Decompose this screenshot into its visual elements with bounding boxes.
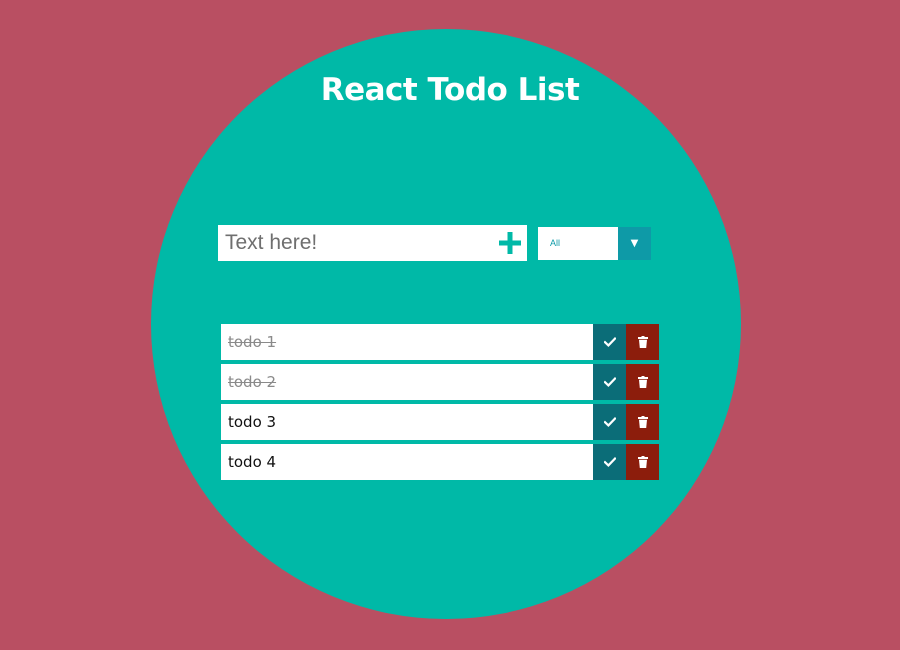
check-icon (603, 337, 616, 347)
trash-icon (637, 456, 648, 468)
complete-todo-button[interactable] (593, 404, 626, 440)
check-icon (603, 377, 616, 387)
complete-todo-button[interactable] (593, 324, 626, 360)
delete-todo-button[interactable] (626, 444, 659, 480)
triangle-down-icon[interactable]: ▼ (618, 227, 651, 260)
todo-text: todo 1 (228, 333, 277, 351)
trash-icon (637, 416, 648, 428)
todo-item: todo 3 (221, 404, 659, 440)
check-icon (603, 417, 616, 427)
add-todo-button[interactable] (497, 230, 523, 256)
trash-icon (637, 336, 648, 348)
plus-icon (499, 232, 521, 254)
todo-text-input[interactable] (218, 225, 488, 261)
todo-item: todo 2 (221, 364, 659, 400)
filter-select[interactable]: All ▼ (538, 227, 651, 260)
trash-icon (637, 376, 648, 388)
todo-item: todo 4 (221, 444, 659, 480)
todo-item: todo 1 (221, 324, 659, 360)
delete-todo-button[interactable] (626, 364, 659, 400)
todo-text: todo 2 (228, 373, 277, 391)
complete-todo-button[interactable] (593, 364, 626, 400)
todo-text: todo 4 (228, 453, 277, 471)
add-todo-form (218, 225, 527, 261)
page-title: React Todo List (320, 72, 580, 108)
filter-selected-value: All (550, 238, 561, 248)
check-icon (603, 457, 616, 467)
todo-list: todo 1 todo 2 todo 3 todo 4 (221, 324, 659, 484)
delete-todo-button[interactable] (626, 324, 659, 360)
complete-todo-button[interactable] (593, 444, 626, 480)
delete-todo-button[interactable] (626, 404, 659, 440)
todo-text: todo 3 (228, 413, 277, 431)
